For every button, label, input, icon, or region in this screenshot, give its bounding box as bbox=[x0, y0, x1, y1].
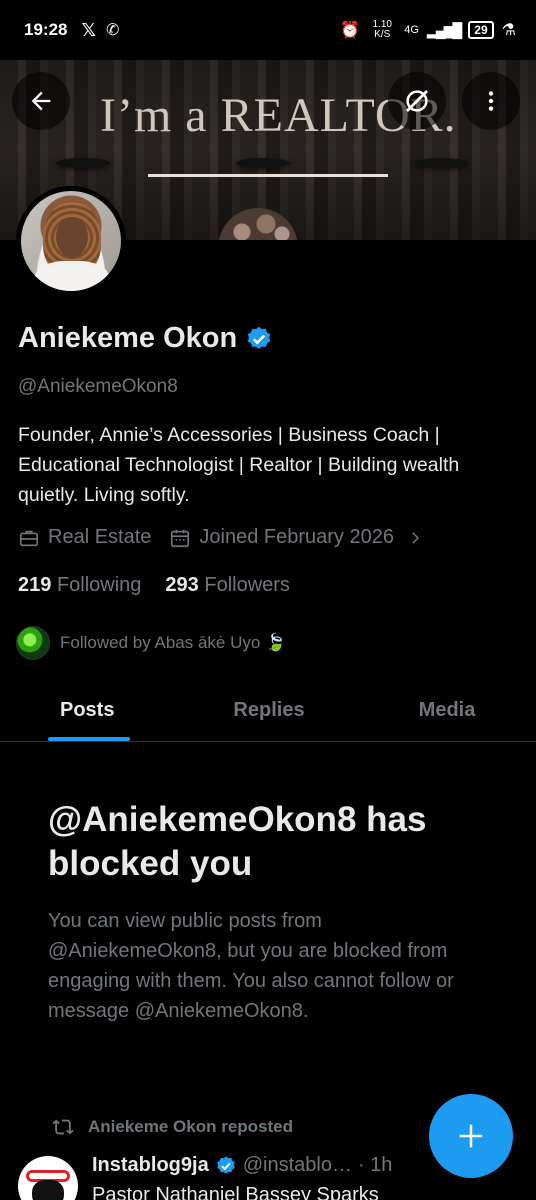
banner-lamp bbox=[236, 158, 290, 168]
chevron-right-icon bbox=[412, 531, 420, 544]
banner-lamp bbox=[414, 158, 468, 168]
followed-by-text: Followed by Abas ākė Uyo 🍃 bbox=[60, 633, 287, 652]
more-vertical-icon bbox=[488, 91, 494, 111]
followers-link[interactable]: 293 Followers bbox=[165, 574, 290, 597]
following-link[interactable]: 219 Following bbox=[18, 574, 141, 597]
signal-icon: ▂▄▆█ bbox=[426, 21, 462, 38]
x-logo-icon: 𝕏 bbox=[81, 19, 96, 40]
following-label: Following bbox=[56, 574, 142, 596]
grok-button[interactable] bbox=[388, 72, 446, 130]
profile-meta: Real Estate Joined February 2026 bbox=[18, 526, 442, 549]
profile-joined[interactable]: Joined February 2026 bbox=[169, 526, 424, 549]
compose-button[interactable] bbox=[429, 1094, 513, 1178]
banner-lamp bbox=[56, 158, 110, 168]
repost-icon bbox=[52, 1119, 74, 1135]
post-author-name[interactable]: Instablog9ja bbox=[92, 1154, 209, 1177]
whatsapp-icon: ✆ bbox=[106, 22, 120, 39]
profile-handle: @AniekemeOkon8 bbox=[18, 376, 178, 397]
more-options-button[interactable] bbox=[462, 72, 520, 130]
post-author-handle: @instablo… bbox=[242, 1154, 352, 1176]
network-type: 4G bbox=[404, 24, 419, 36]
followers-count: 293 bbox=[165, 574, 199, 596]
post-header: Instablog9ja @instablo… · 1h bbox=[92, 1154, 392, 1177]
post-author-avatar[interactable] bbox=[18, 1156, 78, 1200]
verified-badge-icon bbox=[216, 1155, 235, 1174]
status-time: 19:28 bbox=[24, 20, 68, 39]
blocked-description: You can view public posts from @Aniekeme… bbox=[48, 910, 454, 1022]
grok-icon bbox=[406, 90, 428, 112]
profile-category-label: Real Estate bbox=[48, 526, 152, 548]
profile-bio: Founder, Annie’s Accessories | Business … bbox=[18, 424, 460, 506]
followed-by-row[interactable]: Followed by Abas ākė Uyo 🍃 bbox=[16, 626, 286, 660]
status-bar: 19:28 𝕏 ✆ ⏰ 1.10 K/S 4G ▂▄▆█ 29 ⚗ bbox=[0, 0, 536, 60]
tab-media[interactable]: Media bbox=[358, 680, 536, 741]
profile-name: Aniekeme Okon bbox=[18, 322, 238, 354]
tab-replies[interactable]: Replies bbox=[180, 680, 358, 741]
banner-divider bbox=[148, 174, 388, 177]
verified-badge-icon[interactable] bbox=[245, 325, 273, 353]
network-speed: 1.10 K/S bbox=[372, 19, 392, 40]
banner-flowers bbox=[218, 208, 298, 240]
profile-joined-label: Joined February 2026 bbox=[199, 526, 394, 548]
profile-tabs: Posts Replies Media bbox=[0, 680, 536, 742]
follower-avatar bbox=[16, 626, 50, 660]
post-time: · 1h bbox=[357, 1154, 393, 1176]
profile-category: Real Estate bbox=[18, 526, 151, 549]
arrow-left-icon bbox=[31, 91, 51, 111]
calendar-icon bbox=[171, 529, 190, 547]
blocked-title: @AniekemeOkon8 has blocked you bbox=[48, 800, 427, 883]
profile-avatar[interactable] bbox=[16, 186, 126, 296]
alarm-icon: ⏰ bbox=[340, 22, 361, 39]
follow-stats: 219 Following 293 Followers bbox=[18, 574, 290, 597]
tab-posts[interactable]: Posts bbox=[0, 680, 180, 741]
followers-label: Followers bbox=[204, 574, 290, 596]
following-count: 219 bbox=[18, 574, 52, 596]
post-text: Pastor Nathaniel Bassey Sparks bbox=[92, 1184, 379, 1200]
briefcase-icon bbox=[19, 530, 39, 546]
back-button[interactable] bbox=[12, 72, 70, 130]
repost-indicator[interactable]: Aniekeme Okon reposted bbox=[52, 1116, 293, 1138]
repost-label: Aniekeme Okon reposted bbox=[88, 1117, 294, 1136]
battery-indicator: 29 bbox=[468, 21, 494, 39]
profile-name-row: Aniekeme Okon bbox=[18, 322, 273, 355]
flask-icon: ⚗ bbox=[501, 22, 516, 39]
plus-icon bbox=[459, 1124, 483, 1148]
